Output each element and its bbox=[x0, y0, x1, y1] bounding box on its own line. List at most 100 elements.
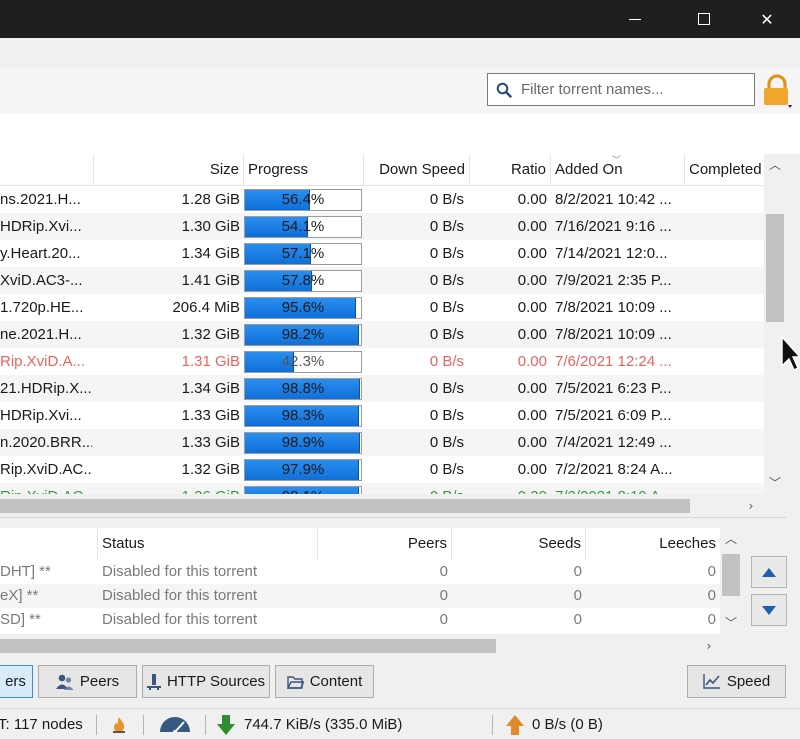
tracker-peers: 0 bbox=[439, 611, 448, 628]
tracker-peers: 0 bbox=[439, 563, 448, 580]
title-bar: ✕ bbox=[0, 0, 800, 38]
scroll-thumb[interactable] bbox=[722, 554, 740, 596]
scroll-up-icon[interactable]: ︿ bbox=[720, 530, 742, 548]
col-size[interactable]: Size bbox=[94, 154, 244, 186]
tracker-leeches: 0 bbox=[707, 563, 716, 580]
tab-peers[interactable]: Peers bbox=[38, 665, 137, 698]
tab-content[interactable]: Content bbox=[275, 665, 374, 698]
col-progress[interactable]: Progress bbox=[244, 154, 364, 186]
table-row[interactable]: ns.2021.H... 1.28 GiB 56.4% 0 B/s 0.00 8/2/20… bbox=[0, 186, 764, 213]
scroll-thumb[interactable] bbox=[766, 214, 784, 322]
col-name[interactable] bbox=[0, 154, 94, 186]
dht-nodes-status: T: 117 nodes bbox=[0, 716, 83, 733]
upload-arrow-icon bbox=[506, 715, 524, 735]
torrent-size: 1.34 GiB bbox=[181, 245, 240, 262]
col-completed[interactable]: Completed bbox=[685, 154, 764, 186]
status-bar: T: 117 nodes 744.7 KiB/s (335.0 MiB) 0 B… bbox=[0, 708, 800, 739]
move-up-button[interactable] bbox=[751, 556, 787, 588]
col-ratio[interactable]: Ratio bbox=[470, 154, 551, 186]
tracker-leeches: 0 bbox=[707, 587, 716, 604]
torrent-size: 1.33 GiB bbox=[181, 434, 240, 451]
torrent-name: XviD.AC3-... bbox=[0, 272, 83, 289]
table-horizontal-scrollbar[interactable]: › bbox=[0, 494, 786, 518]
table-row[interactable]: ne.2021.H... 1.32 GiB 98.2% 0 B/s 0.00 7/8/20… bbox=[0, 321, 764, 348]
http-sources-icon bbox=[146, 673, 161, 690]
lock-icon[interactable] bbox=[762, 74, 792, 108]
scroll-up-icon[interactable]: ︿ bbox=[764, 156, 786, 174]
table-vertical-scrollbar[interactable]: ︿ ﹀ bbox=[764, 154, 786, 494]
search-icon bbox=[496, 82, 512, 98]
maximize-icon[interactable] bbox=[681, 0, 727, 38]
scroll-right-icon[interactable]: › bbox=[740, 497, 762, 515]
down-speed: 0 B/s bbox=[429, 218, 464, 235]
table-row[interactable]: 21.HDRip.X... 1.34 GiB 98.8% 0 B/s 0.00 7/5/2… bbox=[0, 375, 764, 402]
sort-desc-icon: ﹀ bbox=[612, 155, 622, 165]
added-on: 8/2/2021 10:42 ... bbox=[555, 191, 672, 208]
trackers-panel[interactable]: Status Peers Seeds Leeches DHT] ** Disabl… bbox=[0, 528, 742, 658]
torrent-name: Rip.XviD.AC... bbox=[0, 461, 92, 478]
torrent-name: 21.HDRip.X... bbox=[0, 380, 92, 397]
tracker-leeches: 0 bbox=[707, 611, 716, 628]
torrent-size: 1.33 GiB bbox=[181, 407, 240, 424]
scroll-thumb[interactable] bbox=[0, 499, 690, 513]
added-on: 7/4/2021 12:49 ... bbox=[555, 434, 672, 451]
trackers-vertical-scrollbar[interactable]: ︿ ﹀ bbox=[720, 528, 742, 634]
scroll-down-icon[interactable]: ﹀ bbox=[720, 614, 742, 632]
tracker-seeds: 0 bbox=[573, 587, 582, 604]
col-peers[interactable]: Peers bbox=[318, 528, 452, 560]
torrent-name: Rip.XviD.A... bbox=[0, 353, 86, 370]
filter-box[interactable] bbox=[487, 73, 755, 106]
table-row[interactable]: Rip.XviD.AC...1.36 GiB 98.1%0 B/s 0.30 7/2/… bbox=[0, 483, 764, 494]
ratio: 0.00 bbox=[517, 434, 547, 451]
close-icon[interactable]: ✕ bbox=[744, 0, 790, 38]
tab-trackers-label: ers bbox=[5, 673, 26, 690]
download-speed-status: 744.7 KiB/s (335.0 MiB) bbox=[244, 716, 403, 733]
col-status[interactable]: Status bbox=[98, 528, 318, 560]
tracker-row[interactable]: eX] ** Disabled for this torrent 0 0 0 bbox=[0, 584, 720, 608]
speed-button[interactable]: Speed bbox=[687, 665, 786, 698]
move-down-button[interactable] bbox=[751, 594, 787, 626]
tab-trackers[interactable]: ers bbox=[0, 665, 33, 698]
table-row[interactable]: n.2020.BRR... 1.33 GiB 98.9% 0 B/s 0.00 7/4/2… bbox=[0, 429, 764, 456]
scroll-down-icon[interactable]: ﹀ bbox=[764, 474, 786, 492]
progress-text: 54.1% bbox=[281, 218, 325, 235]
scroll-thumb[interactable] bbox=[0, 639, 496, 653]
ratio: 0.00 bbox=[517, 191, 547, 208]
col-down-speed[interactable]: Down Speed bbox=[364, 154, 470, 186]
tracker-peers: 0 bbox=[439, 587, 448, 604]
col-seeds[interactable]: Seeds bbox=[452, 528, 586, 560]
tab-http-sources[interactable]: HTTP Sources bbox=[142, 665, 270, 698]
progress-bar: 98.3% bbox=[244, 405, 362, 427]
torrent-name: n.2020.BRR... bbox=[0, 434, 92, 451]
ratio: 0.00 bbox=[517, 218, 547, 235]
ratio: 0.00 bbox=[517, 380, 547, 397]
torrent-table[interactable]: Size Progress Down Speed Ratio Added On … bbox=[0, 154, 764, 494]
added-on: 7/8/2021 10:09 ... bbox=[555, 299, 672, 316]
ratio: 0.00 bbox=[517, 245, 547, 262]
table-row[interactable]: Rip.XviD.AC... 1.32 GiB 97.9% 0 B/s 0.00 7/2/… bbox=[0, 456, 764, 483]
tracker-row[interactable]: SD] ** Disabled for this torrent 0 0 0 bbox=[0, 608, 720, 632]
table-row[interactable]: Rip.XviD.A... 1.31 GiB 42.3% 0 B/s 0.00 7/6/2… bbox=[0, 348, 764, 375]
minimize-icon[interactable] bbox=[612, 0, 658, 38]
col-url[interactable] bbox=[0, 528, 98, 560]
col-leeches[interactable]: Leeches bbox=[586, 528, 720, 560]
table-header: Size Progress Down Speed Ratio Added On … bbox=[0, 154, 764, 186]
table-row[interactable]: y.Heart.20... 1.34 GiB 57.1% 0 B/s 0.00 7/14/… bbox=[0, 240, 764, 267]
tracker-status: Disabled for this torrent bbox=[102, 611, 258, 628]
connection-status-icon[interactable] bbox=[112, 717, 126, 733]
table-row[interactable]: XviD.AC3-... 1.41 GiB 57.8% 0 B/s 0.00 7/9/20… bbox=[0, 267, 764, 294]
torrent-size: 1.41 GiB bbox=[181, 272, 240, 289]
torrent-size: 1.36 GiB bbox=[94, 483, 240, 494]
table-row[interactable]: 1.720p.HE... 206.4 MiB 95.6% 0 B/s 0.00 7/8/2… bbox=[0, 294, 764, 321]
scroll-right-icon[interactable]: › bbox=[698, 637, 720, 655]
down-speed: 0 B/s bbox=[429, 191, 464, 208]
speed-limit-icon[interactable] bbox=[158, 717, 192, 733]
tracker-row[interactable]: DHT] ** Disabled for this torrent 0 0 0 bbox=[0, 560, 720, 584]
filter-input[interactable] bbox=[521, 81, 741, 98]
progress-bar: 97.9% bbox=[244, 459, 362, 481]
progress-text: 56.4% bbox=[281, 191, 325, 208]
progress-bar: 54.1% bbox=[244, 216, 362, 238]
table-row[interactable]: HDRip.Xvi... 1.33 GiB 98.3% 0 B/s 0.00 7/5/20… bbox=[0, 402, 764, 429]
table-row[interactable]: HDRip.Xvi... 1.30 GiB 54.1% 0 B/s 0.00 7/16/2… bbox=[0, 213, 764, 240]
trackers-horizontal-scrollbar[interactable]: › bbox=[0, 634, 742, 658]
